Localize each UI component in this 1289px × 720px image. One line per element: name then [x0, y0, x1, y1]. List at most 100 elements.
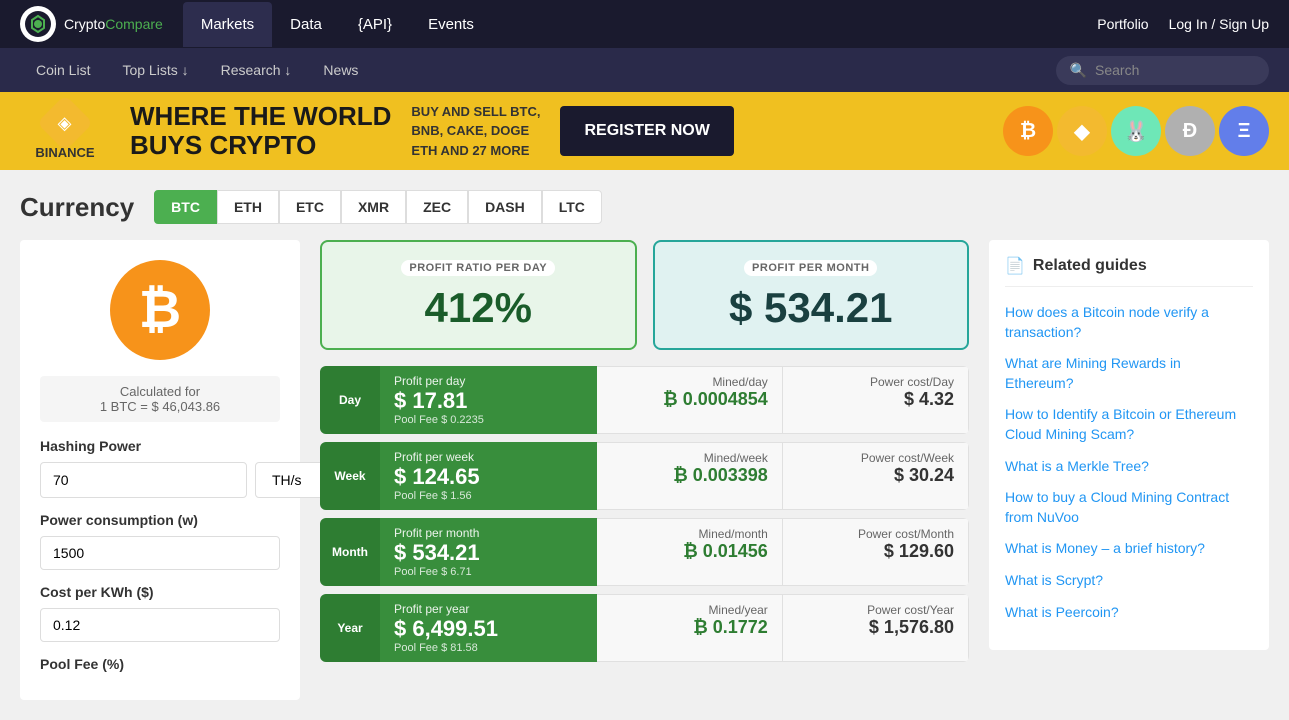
- banner-title: WHERE THE WORLD BUYS CRYPTO: [130, 102, 391, 159]
- profit-row: Week Profit per week $ 124.65 Pool Fee $…: [320, 442, 969, 510]
- month-card-label: PROFIT PER MONTH: [744, 260, 877, 276]
- main-content: Currency BTC ETH ETC XMR ZEC DASH LTC ₿ …: [0, 170, 1289, 720]
- portfolio-link[interactable]: Portfolio: [1097, 16, 1148, 32]
- hashing-label: Hashing Power: [40, 438, 280, 454]
- power-cell: Power cost/Day $ 4.32: [783, 366, 969, 434]
- tab-zec[interactable]: ZEC: [406, 190, 468, 224]
- document-icon: 📄: [1005, 256, 1025, 276]
- banner-title-line1: WHERE THE WORLD: [130, 101, 391, 131]
- login-link[interactable]: Log In / Sign Up: [1169, 16, 1269, 32]
- logo-text-crypto: Crypto: [64, 16, 105, 32]
- bnb-coin: ◆: [1057, 106, 1107, 156]
- logo-text-compare: Compare: [105, 16, 163, 32]
- cake-coin: 🐰: [1111, 106, 1161, 156]
- profit-month-card: PROFIT PER MONTH $ 534.21: [653, 240, 970, 350]
- profit-row: Month Profit per month $ 534.21 Pool Fee…: [320, 518, 969, 586]
- banner: ◈ BINANCE WHERE THE WORLD BUYS CRYPTO BU…: [0, 92, 1289, 170]
- search-box: 🔍: [1056, 56, 1269, 85]
- day-card-label: PROFIT RATIO PER DAY: [401, 260, 555, 276]
- power-label: Power consumption (w): [40, 512, 280, 528]
- guide-link[interactable]: What is Scrypt?: [1005, 571, 1253, 591]
- power-cell: Power cost/Month $ 129.60: [783, 518, 969, 586]
- banner-coins: ₿ ◆ 🐰 Ð Ξ: [1003, 106, 1269, 156]
- profit-main: Profit per year $ 6,499.51 Pool Fee $ 81…: [380, 594, 597, 662]
- nav-events[interactable]: Events: [410, 2, 492, 47]
- profit-row: Day Profit per day $ 17.81 Pool Fee $ 0.…: [320, 366, 969, 434]
- register-now-button[interactable]: REGISTER NOW: [560, 106, 733, 156]
- calc-label: Calculated for: [48, 384, 272, 399]
- currency-tabs: BTC ETH ETC XMR ZEC DASH LTC: [154, 190, 602, 224]
- nav-research[interactable]: Research ↓: [205, 50, 308, 90]
- banner-description: BUY AND SELL BTC,BNB, CAKE, DOGEETH AND …: [411, 102, 540, 161]
- nav-coin-list[interactable]: Coin List: [20, 50, 106, 90]
- btc-icon: ₿: [110, 260, 210, 360]
- guide-link[interactable]: How does a Bitcoin node verify a transac…: [1005, 303, 1253, 342]
- cost-label: Cost per KWh ($): [40, 584, 280, 600]
- tab-xmr[interactable]: XMR: [341, 190, 406, 224]
- right-panel: 📄 Related guides How does a Bitcoin node…: [989, 240, 1269, 700]
- profit-main: Profit per week $ 124.65 Pool Fee $ 1.56: [380, 442, 597, 510]
- logo[interactable]: CryptoCompare: [20, 6, 163, 42]
- power-input[interactable]: [40, 536, 280, 570]
- hashing-field: TH/s GH/s MH/s: [40, 462, 280, 498]
- guide-link[interactable]: How to Identify a Bitcoin or Ethereum Cl…: [1005, 405, 1253, 444]
- power-cell: Power cost/Year $ 1,576.80: [783, 594, 969, 662]
- nav-data[interactable]: Data: [272, 2, 340, 47]
- tab-eth[interactable]: ETH: [217, 190, 279, 224]
- guides-list: How does a Bitcoin node verify a transac…: [1005, 303, 1253, 622]
- period-label: Month: [320, 518, 380, 586]
- logo-icon: [20, 6, 56, 42]
- period-label: Week: [320, 442, 380, 510]
- guide-link[interactable]: What is Money – a brief history?: [1005, 539, 1253, 559]
- search-icon: 🔍: [1070, 62, 1087, 79]
- top-nav-right: Portfolio Log In / Sign Up: [1097, 16, 1269, 32]
- profit-main: Profit per day $ 17.81 Pool Fee $ 0.2235: [380, 366, 597, 434]
- tab-ltc[interactable]: LTC: [542, 190, 602, 224]
- nav-markets[interactable]: Markets: [183, 2, 272, 47]
- day-card-value: 412%: [342, 284, 615, 332]
- btc-coin: ₿: [1003, 106, 1053, 156]
- tab-etc[interactable]: ETC: [279, 190, 341, 224]
- profit-main: Profit per month $ 534.21 Pool Fee $ 6.7…: [380, 518, 597, 586]
- btc-rate: 1 BTC = $ 46,043.86: [48, 399, 272, 414]
- top-navigation: CryptoCompare Markets Data {API} Events …: [0, 0, 1289, 48]
- results-panel: PROFIT RATIO PER DAY 412% PROFIT PER MON…: [320, 240, 969, 700]
- guide-link[interactable]: What is Peercoin?: [1005, 603, 1253, 623]
- secondary-nav-links: Coin List Top Lists ↓ Research ↓ News: [20, 50, 374, 90]
- pool-label: Pool Fee (%): [40, 656, 280, 672]
- profit-summary: PROFIT RATIO PER DAY 412% PROFIT PER MON…: [320, 240, 969, 350]
- search-input[interactable]: [1095, 62, 1255, 78]
- banner-title-line2: BUYS CRYPTO: [130, 130, 316, 160]
- page-title: Currency: [20, 192, 134, 223]
- nav-news[interactable]: News: [307, 50, 374, 90]
- guide-link[interactable]: What is a Merkle Tree?: [1005, 457, 1253, 477]
- profit-rows: Day Profit per day $ 17.81 Pool Fee $ 0.…: [320, 366, 969, 662]
- profit-row: Year Profit per year $ 6,499.51 Pool Fee…: [320, 594, 969, 662]
- guide-link[interactable]: What are Mining Rewards in Ethereum?: [1005, 354, 1253, 393]
- nav-api[interactable]: {API}: [340, 2, 410, 47]
- tab-dash[interactable]: DASH: [468, 190, 542, 224]
- binance-logo-icon: ◈: [37, 94, 94, 151]
- month-card-value: $ 534.21: [675, 284, 948, 332]
- tab-btc[interactable]: BTC: [154, 190, 217, 224]
- hashing-input[interactable]: [40, 462, 247, 498]
- banner-logo: ◈ BINANCE: [20, 103, 110, 160]
- mined-cell: Mined/month ₿ 0.01456: [597, 518, 783, 586]
- profit-day-card: PROFIT RATIO PER DAY 412%: [320, 240, 637, 350]
- content-area: ₿ Calculated for 1 BTC = $ 46,043.86 Has…: [20, 240, 1269, 700]
- power-cell: Power cost/Week $ 30.24: [783, 442, 969, 510]
- related-guides-title: 📄 Related guides: [1005, 256, 1253, 287]
- mined-cell: Mined/week ₿ 0.003398: [597, 442, 783, 510]
- currency-header: Currency BTC ETH ETC XMR ZEC DASH LTC: [20, 190, 1269, 224]
- period-label: Year: [320, 594, 380, 662]
- related-guides: 📄 Related guides How does a Bitcoin node…: [989, 240, 1269, 650]
- cost-input[interactable]: [40, 608, 280, 642]
- period-label: Day: [320, 366, 380, 434]
- guide-link[interactable]: How to buy a Cloud Mining Contract from …: [1005, 488, 1253, 527]
- secondary-navigation: Coin List Top Lists ↓ Research ↓ News 🔍: [0, 48, 1289, 92]
- mined-cell: Mined/day ₿ 0.0004854: [597, 366, 783, 434]
- nav-top-lists[interactable]: Top Lists ↓: [106, 50, 204, 90]
- calculator-panel: ₿ Calculated for 1 BTC = $ 46,043.86 Has…: [20, 240, 300, 700]
- doge-coin: Ð: [1165, 106, 1215, 156]
- mined-cell: Mined/year ₿ 0.1772: [597, 594, 783, 662]
